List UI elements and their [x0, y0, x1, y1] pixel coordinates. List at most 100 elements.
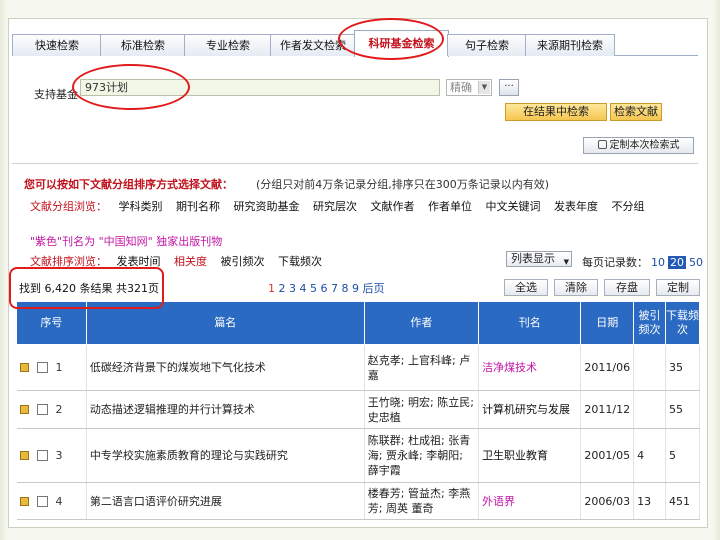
customize-query-button[interactable]: 定制本次检索式 [583, 137, 694, 154]
results-table: 序号 篇名 作者 刊名 日期 被引频次 下载频次 1 低碳经济背景下的煤炭地下气… [16, 301, 700, 520]
group-author[interactable]: 文献作者 [371, 200, 415, 213]
chevron-down-icon: ▼ [478, 81, 490, 94]
row-checkbox[interactable] [36, 450, 48, 461]
customize-query-label: 定制本次检索式 [609, 140, 680, 151]
row-downloads: 5 [665, 428, 700, 483]
per-page-10[interactable]: 10 [651, 256, 665, 269]
grouping-label: 文献分组浏览： [30, 200, 107, 213]
grouping-title: 您可以按如下文献分组排序方式选择文献： [24, 178, 233, 191]
table-row: 4 第二语言口语评价研究进展 楼春芳; 管益杰; 李燕芳; 周英 董奇 外语界 … [16, 482, 700, 520]
chevron-down-icon: ▼ [563, 258, 569, 266]
group-institution[interactable]: 作者单位 [428, 200, 472, 213]
select-all-button[interactable]: 全选 [504, 279, 548, 296]
row-select-cell: 1 [16, 344, 87, 391]
row-title[interactable]: 第二语言口语评价研究进展 [86, 482, 365, 520]
page-current: 1 [268, 282, 275, 295]
row-author[interactable]: 王竹晓; 明宏; 陈立民; 史忠植 [364, 390, 480, 429]
row-source[interactable]: 计算机研究与发展 [478, 390, 582, 429]
per-page-50[interactable]: 50 [689, 256, 703, 269]
row-cited: 4 [633, 428, 666, 483]
sort-downloads[interactable]: 下载频次 [278, 255, 322, 268]
tab-professional-search[interactable]: 专业检索 [184, 34, 272, 56]
col-author: 作者 [363, 301, 480, 345]
tab-quick-search[interactable]: 快速检索 [12, 34, 102, 56]
match-select[interactable]: 精确 ▼ [446, 79, 492, 96]
row-cited [633, 390, 666, 429]
row-checkbox[interactable] [36, 362, 48, 373]
download-icon[interactable] [19, 451, 29, 460]
group-fund[interactable]: 研究资助基金 [234, 200, 300, 213]
document-icon [597, 140, 607, 149]
next-page-link[interactable]: 后页 [362, 282, 384, 295]
group-year[interactable]: 发表年度 [554, 200, 598, 213]
row-date: 2006/03 [580, 482, 635, 520]
row-title[interactable]: 动态描述逻辑推理的并行计算技术 [86, 390, 365, 429]
row-index: 2 [55, 403, 63, 416]
row-title[interactable]: 低碳经济背景下的煤炭地下气化技术 [86, 344, 365, 391]
sort-relevance[interactable]: 相关度 [174, 255, 207, 268]
table-row: 1 低碳经济背景下的煤炭地下气化技术 赵克孝; 上官科峰; 卢嘉 洁净煤技术 2… [16, 344, 700, 391]
row-index: 3 [55, 449, 63, 462]
row-author[interactable]: 陈联群; 杜成祖; 张青海; 贾永峰; 李朝阳; 薛宇霞 [364, 428, 480, 483]
row-cited [633, 344, 666, 391]
row-date: 2001/05 [580, 428, 635, 483]
col-cited[interactable]: 被引频次 [633, 301, 666, 345]
col-downloads[interactable]: 下载频次 [665, 301, 700, 345]
row-checkbox[interactable] [36, 404, 48, 415]
display-mode-value: 列表显示 [511, 252, 555, 265]
match-select-value: 精确 [450, 81, 472, 94]
display-mode-select[interactable]: 列表显示 ▼ [506, 251, 572, 267]
search-button[interactable]: 检索文献 [610, 103, 662, 121]
row-date: 2011/06 [580, 344, 635, 391]
row-index: 4 [55, 494, 63, 508]
highlight-oval-input [72, 64, 190, 110]
group-level[interactable]: 研究层次 [313, 200, 357, 213]
divider [12, 163, 698, 164]
tab-sentence-search[interactable]: 句子检索 [447, 34, 527, 56]
tab-source-journal-search[interactable]: 来源期刊检索 [525, 34, 615, 56]
tab-standard-search[interactable]: 标准检索 [100, 34, 186, 56]
row-source[interactable]: 卫生职业教育 [478, 428, 582, 483]
grouping-note: (分组只对前4万条记录分组,排序只在300万条记录以内有效) [256, 178, 550, 191]
per-page-selector: 每页记录数： 10 20 50 [582, 254, 703, 270]
row-source[interactable]: 外语界 [478, 482, 582, 520]
search-in-results-button[interactable]: 在结果中检索 [505, 103, 607, 121]
row-title[interactable]: 中专学校实施素质教育的理论与实践研究 [86, 428, 365, 483]
download-icon[interactable] [19, 496, 29, 506]
more-options-button[interactable]: ··· [499, 79, 519, 96]
page-links[interactable]: 2 3 4 5 6 7 8 9 [279, 282, 359, 295]
group-keyword[interactable]: 中文关键词 [486, 200, 541, 213]
row-date: 2011/12 [580, 390, 635, 429]
row-index: 1 [55, 361, 63, 374]
row-cited: 13 [633, 482, 666, 520]
save-button[interactable]: 存盘 [604, 279, 650, 296]
grouping-options: 文献分组浏览： 学科类别 期刊名称 研究资助基金 研究层次 文献作者 作者单位 … [30, 198, 655, 214]
group-none[interactable]: 不分组 [612, 200, 645, 213]
row-select-cell: 4 [16, 482, 87, 520]
row-select-cell: 2 [16, 390, 87, 429]
row-downloads: 451 [665, 482, 700, 520]
row-checkbox[interactable] [36, 495, 48, 507]
row-author[interactable]: 赵克孝; 上官科峰; 卢嘉 [364, 344, 480, 391]
col-date[interactable]: 日期 [580, 301, 635, 345]
per-page-20[interactable]: 20 [668, 256, 686, 269]
col-source: 刊名 [478, 301, 582, 345]
group-journal[interactable]: 期刊名称 [176, 200, 220, 213]
group-subject[interactable]: 学科类别 [119, 200, 163, 213]
highlight-oval-tab [338, 18, 444, 60]
highlight-rect-summary [9, 267, 164, 309]
row-downloads: 55 [665, 390, 700, 429]
row-downloads: 35 [665, 344, 700, 391]
exclusive-note: "紫色"刊名为 "中国知网" 独家出版刊物 [30, 235, 223, 248]
row-select-cell: 3 [16, 428, 87, 483]
row-source[interactable]: 洁净煤技术 [478, 344, 582, 391]
download-icon[interactable] [19, 363, 29, 372]
clear-button[interactable]: 清除 [554, 279, 598, 296]
table-row: 2 动态描述逻辑推理的并行计算技术 王竹晓; 明宏; 陈立民; 史忠植 计算机研… [16, 390, 700, 429]
table-row: 3 中专学校实施素质教育的理论与实践研究 陈联群; 杜成祖; 张青海; 贾永峰;… [16, 428, 700, 483]
custom-button[interactable]: 定制 [656, 279, 700, 296]
per-page-label: 每页记录数： [582, 256, 648, 269]
sort-cited[interactable]: 被引频次 [221, 255, 265, 268]
row-author[interactable]: 楼春芳; 管益杰; 李燕芳; 周英 董奇 [364, 482, 480, 520]
download-icon[interactable] [19, 405, 29, 414]
